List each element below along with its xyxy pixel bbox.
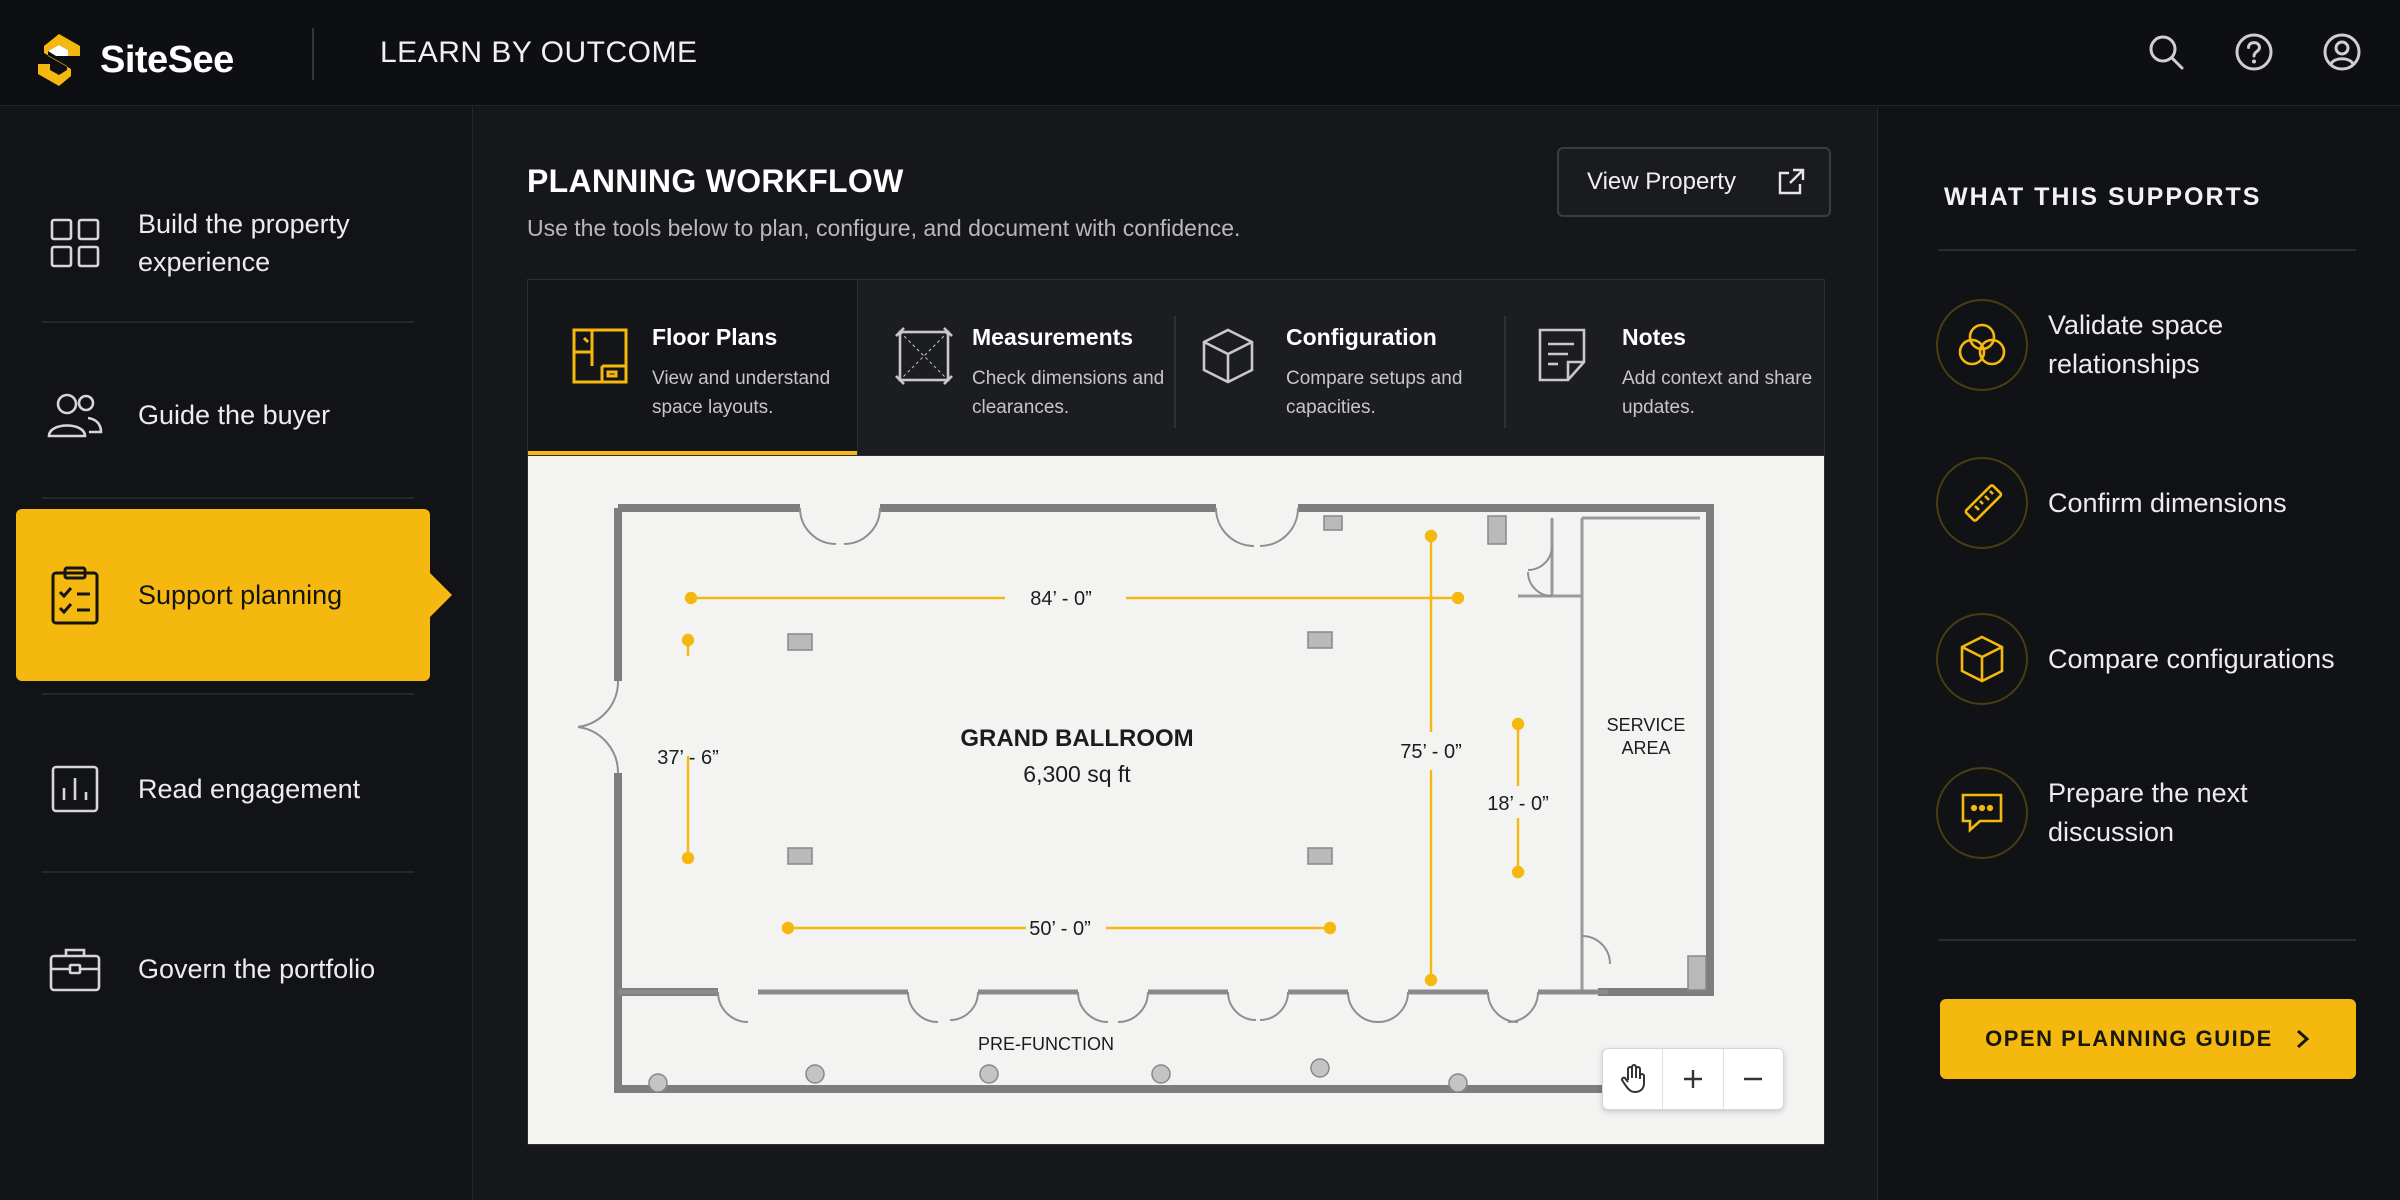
panel-divider: [1938, 249, 2356, 251]
tab-measurements[interactable]: Measurements Check dimensions and cleara…: [858, 280, 1174, 456]
sidebar-item-support-planning[interactable]: Support planning: [16, 509, 452, 681]
dimension-right: 75’ - 0”: [1400, 741, 1462, 763]
support-item-confirm-dimensions: Confirm dimensions: [1936, 457, 2356, 549]
floor-plan-icon: [572, 328, 628, 384]
floor-plan-viewer[interactable]: 84’ - 0” 50’ - 0” 37’ - 6” 75’ - 0” 18’ …: [527, 455, 1825, 1145]
zoom-in-icon[interactable]: [1663, 1049, 1724, 1109]
sidebar-item-label: Govern the portfolio: [138, 954, 376, 984]
dimension-bottom: 50’ - 0”: [1029, 918, 1091, 940]
dimension-left: 37’ - 6”: [657, 747, 719, 769]
sidebar-item-build-property-experience[interactable]: Build the property experience: [16, 157, 430, 329]
support-label: Prepare the next discussion: [2048, 778, 2248, 847]
section-title: PLANNING WORKFLOW: [527, 163, 904, 199]
tab-description: View and understand space layouts.: [652, 368, 831, 418]
header-divider: [312, 28, 314, 80]
floor-plan-drawing: 84’ - 0” 50’ - 0” 37’ - 6” 75’ - 0” 18’ …: [577, 504, 1714, 1093]
tab-description: Compare setups and capacities.: [1286, 368, 1463, 418]
open-planning-guide-label: OPEN PLANNING GUIDE: [1985, 1026, 2273, 1051]
support-item-validate: Validate space relationships: [1936, 299, 2356, 391]
supports-panel: WHAT THIS SUPPORTS Validate space relati…: [1880, 107, 2400, 1200]
header-actions: [2146, 32, 2362, 72]
sidebar-item-read-engagement[interactable]: Read engagement: [16, 703, 430, 875]
sitesee-logo-icon: [38, 34, 80, 86]
external-link-icon: [1778, 168, 1805, 195]
zoom-out-icon[interactable]: [1724, 1049, 1783, 1109]
view-property-label: View Property: [1587, 168, 1736, 195]
dimension-top: 84’ - 0”: [1030, 588, 1092, 610]
support-label: Compare configurations: [2048, 643, 2335, 674]
logo[interactable]: SiteSee: [34, 32, 234, 88]
cube-icon: [1202, 328, 1254, 384]
zoom-controls: [1602, 1048, 1784, 1110]
main-panel: PLANNING WORKFLOW Use the tools below to…: [472, 107, 1878, 1200]
sidebar-item-label: Read engagement: [138, 774, 361, 804]
support-label: Validate space relationships: [2048, 310, 2224, 379]
dimension-service: 18’ - 0”: [1487, 793, 1549, 815]
cube-icon: [1936, 613, 2028, 705]
sidebar-item-govern-portfolio[interactable]: Govern the portfolio: [16, 883, 430, 1055]
room-name: GRAND BALLROOM: [960, 725, 1193, 752]
active-indicator: [430, 573, 452, 617]
tab-floor-plans[interactable]: Floor Plans View and understand space la…: [528, 280, 858, 456]
bar-chart-icon: [46, 760, 104, 818]
account-icon[interactable]: [2322, 32, 2362, 72]
chat-icon: [1936, 767, 2028, 859]
tab-title: Measurements: [972, 324, 1134, 350]
tab-title: Notes: [1622, 324, 1686, 350]
ruler-frame-icon: [895, 327, 953, 385]
support-label: Confirm dimensions: [2048, 487, 2287, 518]
nav-divider: [42, 497, 414, 499]
tab-description: Add context and share updates.: [1622, 368, 1813, 418]
panel-divider: [1938, 939, 2356, 941]
nav-divider: [42, 693, 414, 695]
overlap-circles-icon: [1936, 299, 2028, 391]
search-icon[interactable]: [2146, 32, 2186, 72]
clipboard-check-icon: [46, 566, 104, 625]
nav-divider: [42, 321, 414, 323]
note-icon: [1538, 328, 1586, 382]
chevron-right-icon: [2296, 1029, 2310, 1049]
top-bar: SiteSee LEARN BY OUTCOME: [0, 0, 2400, 106]
open-planning-guide-button[interactable]: OPEN PLANNING GUIDE: [1940, 999, 2356, 1079]
nav-divider: [42, 871, 414, 873]
tab-title: Configuration: [1286, 324, 1437, 350]
sidebar-item-guide-buyer[interactable]: Guide the buyer: [16, 333, 430, 497]
ruler-icon: [1936, 457, 2028, 549]
tab-description: Check dimensions and clearances.: [972, 368, 1165, 418]
pre-function-label: PRE-FUNCTION: [978, 1034, 1114, 1054]
sidebar: Build the property experience Guide the …: [0, 107, 468, 1200]
brand-name: SiteSee: [100, 38, 234, 81]
room-area: 6,300 sq ft: [1023, 761, 1131, 787]
section-subtitle: Use the tools below to plan, configure, …: [527, 215, 1241, 241]
page-title: LEARN BY OUTCOME: [380, 36, 698, 69]
supports-title: WHAT THIS SUPPORTS: [1944, 183, 2262, 211]
support-item-compare-configurations: Compare configurations: [1936, 613, 2356, 705]
sidebar-item-label: Guide the buyer: [138, 400, 331, 430]
tab-notes[interactable]: Notes Add context and share updates.: [1506, 280, 1826, 456]
pan-hand-icon[interactable]: [1603, 1049, 1664, 1109]
help-icon[interactable]: [2234, 32, 2274, 72]
tab-title: Floor Plans: [652, 324, 778, 350]
sidebar-item-label: Support planning: [138, 580, 343, 610]
tab-configuration[interactable]: Configuration Compare setups and capacit…: [1176, 280, 1502, 456]
briefcase-icon: [46, 940, 104, 998]
workflow-tabs: Floor Plans View and understand space la…: [527, 279, 1826, 456]
service-area-label: SERVICE AREA: [1606, 715, 1686, 758]
view-property-button[interactable]: View Property: [1557, 147, 1831, 217]
support-item-prepare-discussion: Prepare the next discussion: [1936, 767, 2356, 859]
grid-icon: [46, 214, 104, 272]
users-icon: [46, 386, 104, 444]
sidebar-item-label: Build the property experience: [138, 209, 350, 277]
